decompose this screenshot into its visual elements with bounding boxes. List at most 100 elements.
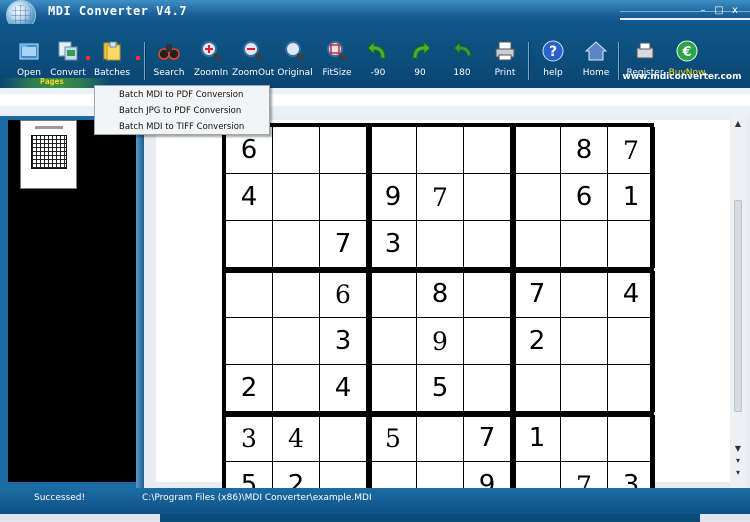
minimize-button[interactable]: –: [696, 4, 710, 18]
euro-icon: €: [676, 40, 698, 62]
sudoku-cell: 2: [514, 318, 561, 365]
sudoku-cell: [608, 415, 655, 462]
fit-size-button[interactable]: FitSize: [318, 24, 356, 80]
sudoku-cell: [226, 271, 273, 318]
sudoku-cell: [464, 318, 511, 365]
sudoku-cell: [226, 318, 273, 365]
toolbar-separator: [528, 42, 530, 80]
sudoku-cell: [273, 318, 320, 365]
sudoku-cell: 6: [320, 271, 367, 318]
title-bar: MDI Converter V4.7 – □ x: [0, 0, 750, 30]
menu-item-batch-jpg-to-pdf[interactable]: Batch JPG to PDF Conversion: [95, 103, 269, 119]
zoom-out-button[interactable]: ZoomOut: [232, 24, 274, 80]
fit-size-icon: [327, 41, 348, 62]
sudoku-cell: 4: [226, 174, 273, 221]
rotate-left-label: -90: [370, 68, 386, 78]
sudoku-cell: [273, 127, 320, 174]
rotate-right-button[interactable]: 90: [404, 24, 436, 80]
status-file-path: C:\Program Files (x86)\MDI Converter\exa…: [142, 493, 372, 503]
page-thumbnail[interactable]: [20, 120, 77, 189]
sudoku-cell: 4: [320, 365, 367, 412]
sudoku-cell: 8: [417, 271, 464, 318]
rotate-right-icon: [412, 40, 431, 59]
convert-button[interactable]: Convert: [48, 24, 90, 80]
sudoku-cell: [561, 365, 608, 412]
sudoku-cell: 9: [417, 318, 464, 365]
sudoku-cell: [370, 271, 417, 318]
sudoku-cell: [608, 221, 655, 268]
sudoku-cell: [561, 415, 608, 462]
original-button[interactable]: Original: [276, 24, 314, 80]
print-button[interactable]: Print: [488, 24, 522, 80]
sudoku-cell: 4: [273, 415, 320, 462]
website-url[interactable]: www.mdiconverter.com: [622, 72, 742, 86]
fit-size-label: FitSize: [322, 68, 352, 78]
sudoku-cell: 7: [320, 221, 367, 268]
batches-label: Batches: [93, 68, 131, 78]
sudoku-cell: [514, 365, 561, 412]
menu-item-batch-mdi-to-pdf[interactable]: Batch MDI to PDF Conversion: [95, 87, 269, 103]
sudoku-cell: [514, 221, 561, 268]
sudoku-cell: 9: [370, 174, 417, 221]
box-divider-vertical: [511, 127, 516, 493]
batches-button[interactable]: Batches: [92, 24, 140, 80]
batches-icon: [103, 41, 121, 61]
maximize-button[interactable]: □: [712, 4, 726, 18]
panel-splitter[interactable]: [136, 116, 144, 488]
sudoku-cell: 5: [417, 365, 464, 412]
sudoku-cell: [320, 415, 367, 462]
zoom-in-button[interactable]: ZoomIn: [192, 24, 230, 80]
sudoku-cell: 8: [561, 127, 608, 174]
sudoku-cell: 7: [608, 127, 655, 174]
sudoku-cell: [514, 127, 561, 174]
zoom-out-label: ZoomOut: [232, 68, 275, 78]
sudoku-cell: 3: [370, 221, 417, 268]
convert-dropdown-marker[interactable]: [86, 56, 90, 60]
sudoku-cell: [370, 127, 417, 174]
sudoku-cell: [273, 271, 320, 318]
status-tab-right: [700, 514, 750, 522]
box-divider-horizontal: [226, 268, 650, 273]
search-label: Search: [153, 68, 185, 78]
scroll-down-arrow-icon[interactable]: ▼: [730, 444, 746, 456]
help-button[interactable]: ? help: [536, 24, 570, 80]
page-down-arrow-icon[interactable]: ▾: [730, 456, 746, 468]
rotate-left-icon: [367, 40, 386, 59]
close-button[interactable]: x: [728, 4, 742, 18]
home-label: Home: [582, 68, 610, 78]
last-page-arrow-icon[interactable]: ▾: [730, 468, 746, 480]
vertical-scrollbar[interactable]: ▲ ▼ ▾ ▾: [730, 116, 746, 488]
sudoku-cell: 2: [226, 365, 273, 412]
sudoku-cell: 4: [608, 271, 655, 318]
sudoku-cell: [417, 221, 464, 268]
home-icon: [585, 41, 607, 61]
box-divider-vertical: [367, 127, 372, 493]
main-toolbar: Open Convert Batches Search ZoomIn ZoomO…: [0, 24, 750, 88]
sudoku-cell: [417, 415, 464, 462]
convert-icon: [58, 41, 78, 61]
sudoku-cell: [608, 318, 655, 365]
zoom-out-icon: [243, 41, 264, 62]
scroll-thumb[interactable]: [734, 200, 742, 412]
sudoku-cell: [370, 365, 417, 412]
sudoku-cell: 1: [514, 415, 561, 462]
batches-dropdown-marker[interactable]: [136, 56, 140, 60]
sudoku-cell: [370, 318, 417, 365]
sudoku-cell: [464, 271, 511, 318]
sudoku-cell: [273, 365, 320, 412]
sudoku-cell: [561, 221, 608, 268]
sudoku-cell: 1: [608, 174, 655, 221]
binoculars-icon: [158, 44, 180, 60]
rotate-180-button[interactable]: 180: [446, 24, 478, 80]
home-button[interactable]: Home: [578, 24, 614, 80]
rotate-180-label: 180: [453, 68, 471, 78]
search-button[interactable]: Search: [150, 24, 188, 80]
sudoku-cell: [514, 174, 561, 221]
sudoku-cell: [273, 174, 320, 221]
rotate-left-button[interactable]: -90: [362, 24, 394, 80]
open-button[interactable]: Open: [12, 24, 46, 80]
menu-item-batch-mdi-to-tiff[interactable]: Batch MDI to TIFF Conversion: [95, 119, 269, 135]
folder-open-icon: [19, 43, 39, 60]
sudoku-cell: [464, 127, 511, 174]
scroll-up-arrow-icon[interactable]: ▲: [730, 116, 746, 132]
